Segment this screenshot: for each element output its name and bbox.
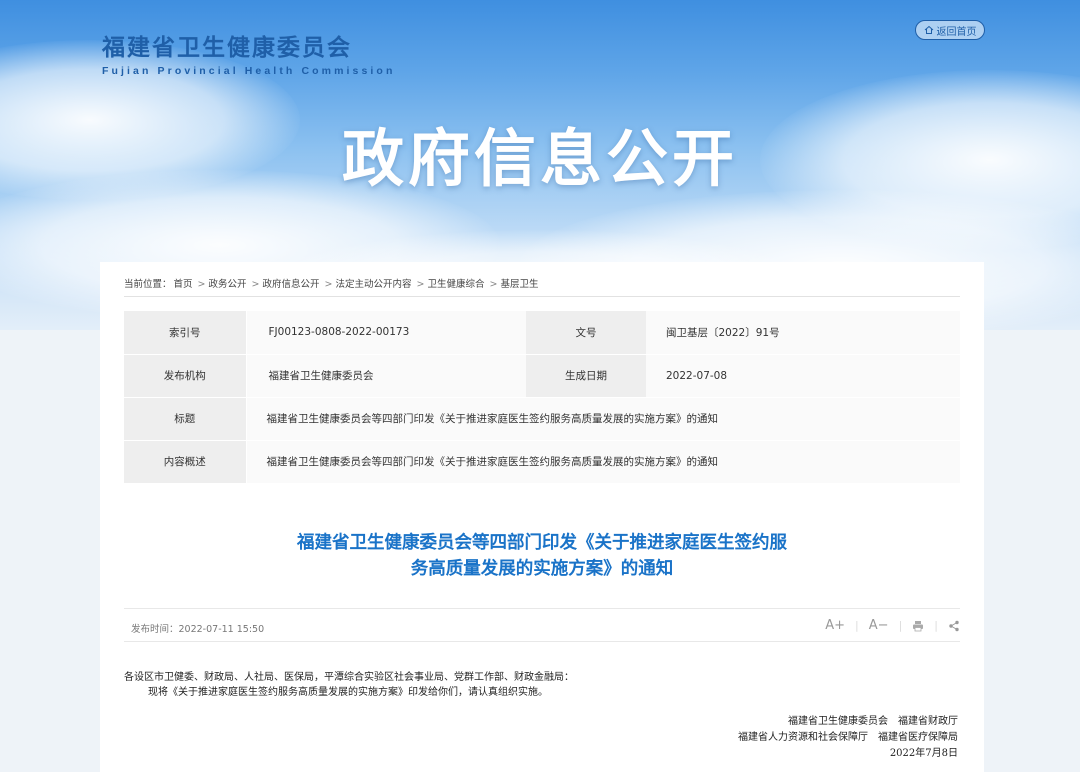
return-home-label: 返回首页 — [936, 26, 977, 38]
breadcrumb-separator: > — [324, 279, 333, 290]
table-row: 标题 福建省卫生健康委员会等四部门印发《关于推进家庭医生签约服务高质量发展的实施… — [124, 397, 960, 441]
article-title-line: 务高质量发展的实施方案》的通知 — [410, 559, 674, 579]
breadcrumb-item-health-general[interactable]: 卫生健康综合 — [427, 279, 484, 290]
org-label: 发布机构 — [124, 354, 247, 398]
index-label: 索引号 — [124, 311, 247, 355]
share-button[interactable] — [938, 620, 960, 632]
docno-label: 文号 — [526, 311, 646, 355]
printer-icon — [913, 620, 924, 631]
hero-title: 政府信息公开 — [341, 122, 738, 195]
return-home-button[interactable]: 返回首页 — [915, 20, 985, 40]
font-decrease-button[interactable]: A− — [859, 618, 899, 633]
article-title-line: 福建省卫生健康委员会等四部门印发《关于推进家庭医生签约服 — [297, 533, 787, 553]
breadcrumb-separator: > — [197, 279, 206, 290]
breadcrumb-item-primary-health[interactable]: 基层卫生 — [500, 279, 538, 290]
article-body: 各设区市卫健委、财政局、人社局、医保局，平潭综合实验区社会事业局、党群工作部、财… — [124, 670, 960, 700]
home-icon — [924, 25, 933, 34]
signer-line: 福建省卫生健康委员会 福建省财政厅 — [788, 716, 958, 727]
article-tools: A+ | A− | | — [815, 618, 960, 633]
date-value: 2022-07-08 — [646, 354, 960, 398]
signer-line: 福建省人力资源和社会保障厅 福建省医疗保障局 — [738, 732, 958, 743]
table-row: 索引号 FJ00123-0808-2022-00173 文号 闽卫基层〔2022… — [124, 311, 960, 355]
breadcrumb-divider — [124, 296, 960, 297]
summary-label: 内容概述 — [124, 440, 247, 484]
index-value: FJ00123-0808-2022-00173 — [246, 311, 526, 355]
summary-value: 福建省卫生健康委员会等四部门印发《关于推进家庭医生签约服务高质量发展的实施方案》… — [246, 440, 960, 484]
breadcrumb-separator: > — [489, 279, 498, 290]
article-signers: 福建省卫生健康委员会 福建省财政厅 福建省人力资源和社会保障厅 福建省医疗保障局… — [738, 714, 958, 762]
article-title: 福建省卫生健康委员会等四部门印发《关于推进家庭医生签约服 务高质量发展的实施方案… — [124, 530, 960, 582]
sign-date: 2022年7月8日 — [889, 748, 958, 759]
breadcrumb-prefix: 当前位置： — [124, 279, 172, 290]
breadcrumb-item-home[interactable]: 首页 — [174, 279, 193, 290]
breadcrumb: 当前位置： 首页 > 政务公开 > 政府信息公开 > 法定主动公开内容 > 卫生健康综合 > 基层卫生 — [124, 276, 540, 290]
content-card: 当前位置： 首页 > 政务公开 > 政府信息公开 > 法定主动公开内容 > 卫生健康综合 > 基层卫生… — [100, 262, 984, 772]
share-icon — [949, 620, 959, 631]
docno-value: 闽卫基层〔2022〕91号 — [646, 311, 960, 355]
title-value: 福建省卫生健康委员会等四部门印发《关于推进家庭医生签约服务高质量发展的实施方案》… — [246, 397, 960, 441]
breadcrumb-separator: > — [416, 279, 425, 290]
breadcrumb-item-gov-affairs[interactable]: 政务公开 — [209, 279, 247, 290]
publish-time: 发布时间：2022-07-11 15:50 — [131, 624, 265, 635]
body-paragraph: 各设区市卫健委、财政局、人社局、医保局，平潭综合实验区社会事业局、党群工作部、财… — [124, 672, 574, 683]
org-value: 福建省卫生健康委员会 — [246, 354, 526, 398]
print-button[interactable] — [902, 620, 934, 632]
font-increase-button[interactable]: A+ — [815, 618, 855, 633]
document-info-table: 索引号 FJ00123-0808-2022-00173 文号 闽卫基层〔2022… — [124, 311, 960, 484]
date-label: 生成日期 — [526, 354, 646, 398]
breadcrumb-item-info-disclosure[interactable]: 政府信息公开 — [262, 279, 319, 290]
title-label: 标题 — [124, 397, 247, 441]
logo-english-name: Fujian Provincial Health Commission — [102, 65, 396, 77]
logo-chinese-name: 福建省卫生健康委员会 — [102, 35, 352, 61]
table-row: 内容概述 福建省卫生健康委员会等四部门印发《关于推进家庭医生签约服务高质量发展的… — [124, 440, 960, 484]
article-meta-bar: 发布时间：2022-07-11 15:50 A+ | A− | | — [124, 608, 960, 642]
site-logo[interactable]: 福建省卫生健康委员会 Fujian Provincial Health Comm… — [102, 28, 395, 77]
breadcrumb-item-statutory[interactable]: 法定主动公开内容 — [335, 279, 411, 290]
breadcrumb-separator: > — [251, 279, 260, 290]
body-paragraph: 现将《关于推进家庭医生签约服务高质量发展的实施方案》印发给你们，请认真组织实施。 — [148, 687, 548, 698]
table-row: 发布机构 福建省卫生健康委员会 生成日期 2022-07-08 — [124, 354, 960, 398]
